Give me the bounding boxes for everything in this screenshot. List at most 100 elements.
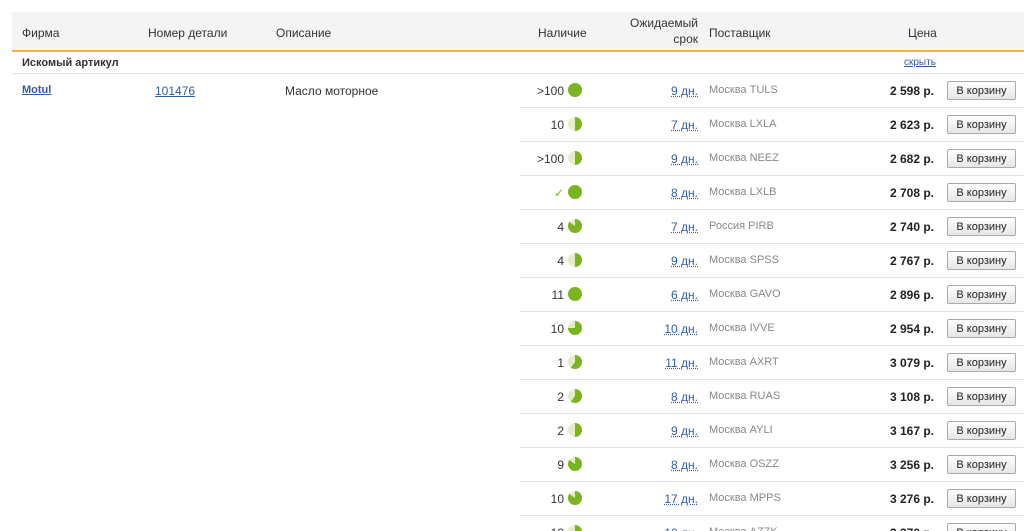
part-number-link[interactable]: 101476 [155, 84, 195, 98]
add-to-cart-button[interactable]: В корзину [947, 115, 1016, 134]
table-row: 4 7 дн. Россия PIRB 2 740 р. В корзину [12, 210, 1024, 244]
stock-level-pie-icon [568, 491, 582, 505]
description-text: Масло моторное [285, 84, 379, 98]
supplier-name: Москва OSZZ [709, 458, 779, 470]
supplier-name: Россия PIRB [709, 220, 774, 232]
expected-days-link[interactable]: 9 дн. [612, 152, 698, 166]
expected-days-link[interactable]: 17 дн. [612, 492, 698, 506]
add-to-cart-button[interactable]: В корзину [947, 149, 1016, 168]
add-to-cart-button[interactable]: В корзину [947, 81, 1016, 100]
col-header-expected-line1: Ожидаемый [630, 16, 698, 30]
price-value: 3 108 р. [889, 390, 934, 404]
supplier-name: Москва MPPS [709, 492, 781, 504]
table-row: 11 6 дн. Москва GAVO 2 896 р. В корзину [12, 278, 1024, 312]
hide-link[interactable]: скрыть [904, 57, 936, 68]
price-value: 2 740 р. [889, 220, 934, 234]
price-value: 3 256 р. [889, 458, 934, 472]
price-value: 2 598 р. [889, 84, 934, 98]
stock-level-pie-icon [568, 185, 582, 199]
expected-days-link[interactable]: 10 дн. [612, 526, 698, 531]
price-value: 2 896 р. [889, 288, 934, 302]
supplier-name: Москва GAVO [709, 288, 781, 300]
supplier-name: Москва AYLI [709, 424, 773, 436]
add-to-cart-button[interactable]: В корзину [947, 421, 1016, 440]
col-header-description: Описание [276, 26, 332, 40]
col-header-availability: Наличие [538, 26, 587, 40]
availability-qty: >100 [536, 84, 564, 98]
add-to-cart-button[interactable]: В корзину [947, 183, 1016, 202]
add-to-cart-button[interactable]: В корзину [947, 353, 1016, 372]
price-value: 2 954 р. [889, 322, 934, 336]
stock-level-pie-icon [568, 83, 582, 97]
stock-level-pie-icon [568, 389, 582, 403]
availability-qty: 4 [557, 220, 564, 234]
table-row: 4 9 дн. Москва SPSS 2 767 р. В корзину [12, 244, 1024, 278]
stock-level-pie-icon [568, 355, 582, 369]
col-header-price: Цена [908, 26, 937, 40]
price-value: 2 682 р. [889, 152, 934, 166]
table-row: ✓ 8 дн. Москва LXLB 2 708 р. В корзину [12, 176, 1024, 210]
table-header: Фирма Номер детали Описание Наличие Ожид… [12, 12, 1024, 52]
availability-check-icon: ✓ [553, 186, 564, 200]
col-header-expected-line2: срок [673, 32, 698, 46]
table-row: >100 9 дн. Москва NEEZ 2 682 р. В корзину [12, 142, 1024, 176]
expected-days-link[interactable]: 6 дн. [612, 288, 698, 302]
supplier-name: Москва LXLA [709, 118, 777, 130]
price-value: 3 167 р. [889, 424, 934, 438]
supplier-name: Москва RUAS [709, 390, 781, 402]
add-to-cart-button[interactable]: В корзину [947, 217, 1016, 236]
supplier-name: Москва NEEZ [709, 152, 779, 164]
table-row: 10 17 дн. Москва MPPS 3 276 р. В корзину [12, 482, 1024, 516]
supplier-name: Москва AZZK [709, 526, 778, 531]
expected-days-link[interactable]: 9 дн. [612, 84, 698, 98]
expected-days-link[interactable]: 8 дн. [612, 458, 698, 472]
col-header-expected-term: Ожидаемый срок [622, 15, 698, 47]
expected-days-link[interactable]: 9 дн. [612, 254, 698, 268]
price-value: 2 708 р. [889, 186, 934, 200]
col-header-part-number: Номер детали [148, 26, 228, 40]
supplier-name: Москва IVVE [709, 322, 775, 334]
add-to-cart-button[interactable]: В корзину [947, 285, 1016, 304]
availability-qty: 10 [550, 322, 564, 336]
section-label: Искомый артикул [22, 57, 119, 69]
add-to-cart-button[interactable]: В корзину [947, 523, 1016, 531]
add-to-cart-button[interactable]: В корзину [947, 319, 1016, 338]
expected-days-link[interactable]: 7 дн. [612, 220, 698, 234]
table-row: 1 11 дн. Москва AXRT 3 079 р. В корзину [12, 346, 1024, 380]
col-header-supplier: Поставщик [709, 26, 771, 40]
price-value: 3 079 р. [889, 356, 934, 370]
stock-level-pie-icon [568, 423, 582, 437]
add-to-cart-button[interactable]: В корзину [947, 455, 1016, 474]
availability-qty: 10 [550, 118, 564, 132]
add-to-cart-button[interactable]: В корзину [947, 251, 1016, 270]
expected-days-link[interactable]: 8 дн. [612, 186, 698, 200]
price-value: 2 623 р. [889, 118, 934, 132]
add-to-cart-button[interactable]: В корзину [947, 387, 1016, 406]
availability-qty: 11 [551, 288, 564, 302]
stock-level-pie-icon [568, 457, 582, 471]
expected-days-link[interactable]: 7 дн. [612, 118, 698, 132]
availability-qty: 2 [557, 390, 564, 404]
expected-days-link[interactable]: 10 дн. [612, 322, 698, 336]
table-row: Motul 101476 Масло моторное >100 9 дн. Москва… [12, 74, 1024, 108]
supplier-name: Москва TULS [709, 84, 778, 96]
section-searched-article: Искомый артикул скрыть [12, 52, 1024, 74]
firm-link[interactable]: Motul [22, 84, 51, 96]
expected-days-link[interactable]: 11 дн. [612, 356, 698, 370]
price-value: 2 767 р. [889, 254, 934, 268]
availability-qty: 1 [557, 356, 564, 370]
expected-days-link[interactable]: 8 дн. [612, 390, 698, 404]
table-row: 10 10 дн. Москва AZZK 3 370 р. В корзину [12, 516, 1024, 531]
stock-level-pie-icon [568, 219, 582, 233]
availability-qty: >100 [536, 152, 564, 166]
stock-level-pie-icon [568, 287, 582, 301]
stock-level-pie-icon [568, 117, 582, 131]
availability-qty: 9 [557, 458, 564, 472]
price-value: 3 276 р. [889, 492, 934, 506]
supplier-name: Москва LXLB [709, 186, 777, 198]
stock-level-pie-icon [568, 321, 582, 335]
table-row: 2 9 дн. Москва AYLI 3 167 р. В корзину [12, 414, 1024, 448]
expected-days-link[interactable]: 9 дн. [612, 424, 698, 438]
availability-qty: 10 [550, 492, 564, 506]
add-to-cart-button[interactable]: В корзину [947, 489, 1016, 508]
